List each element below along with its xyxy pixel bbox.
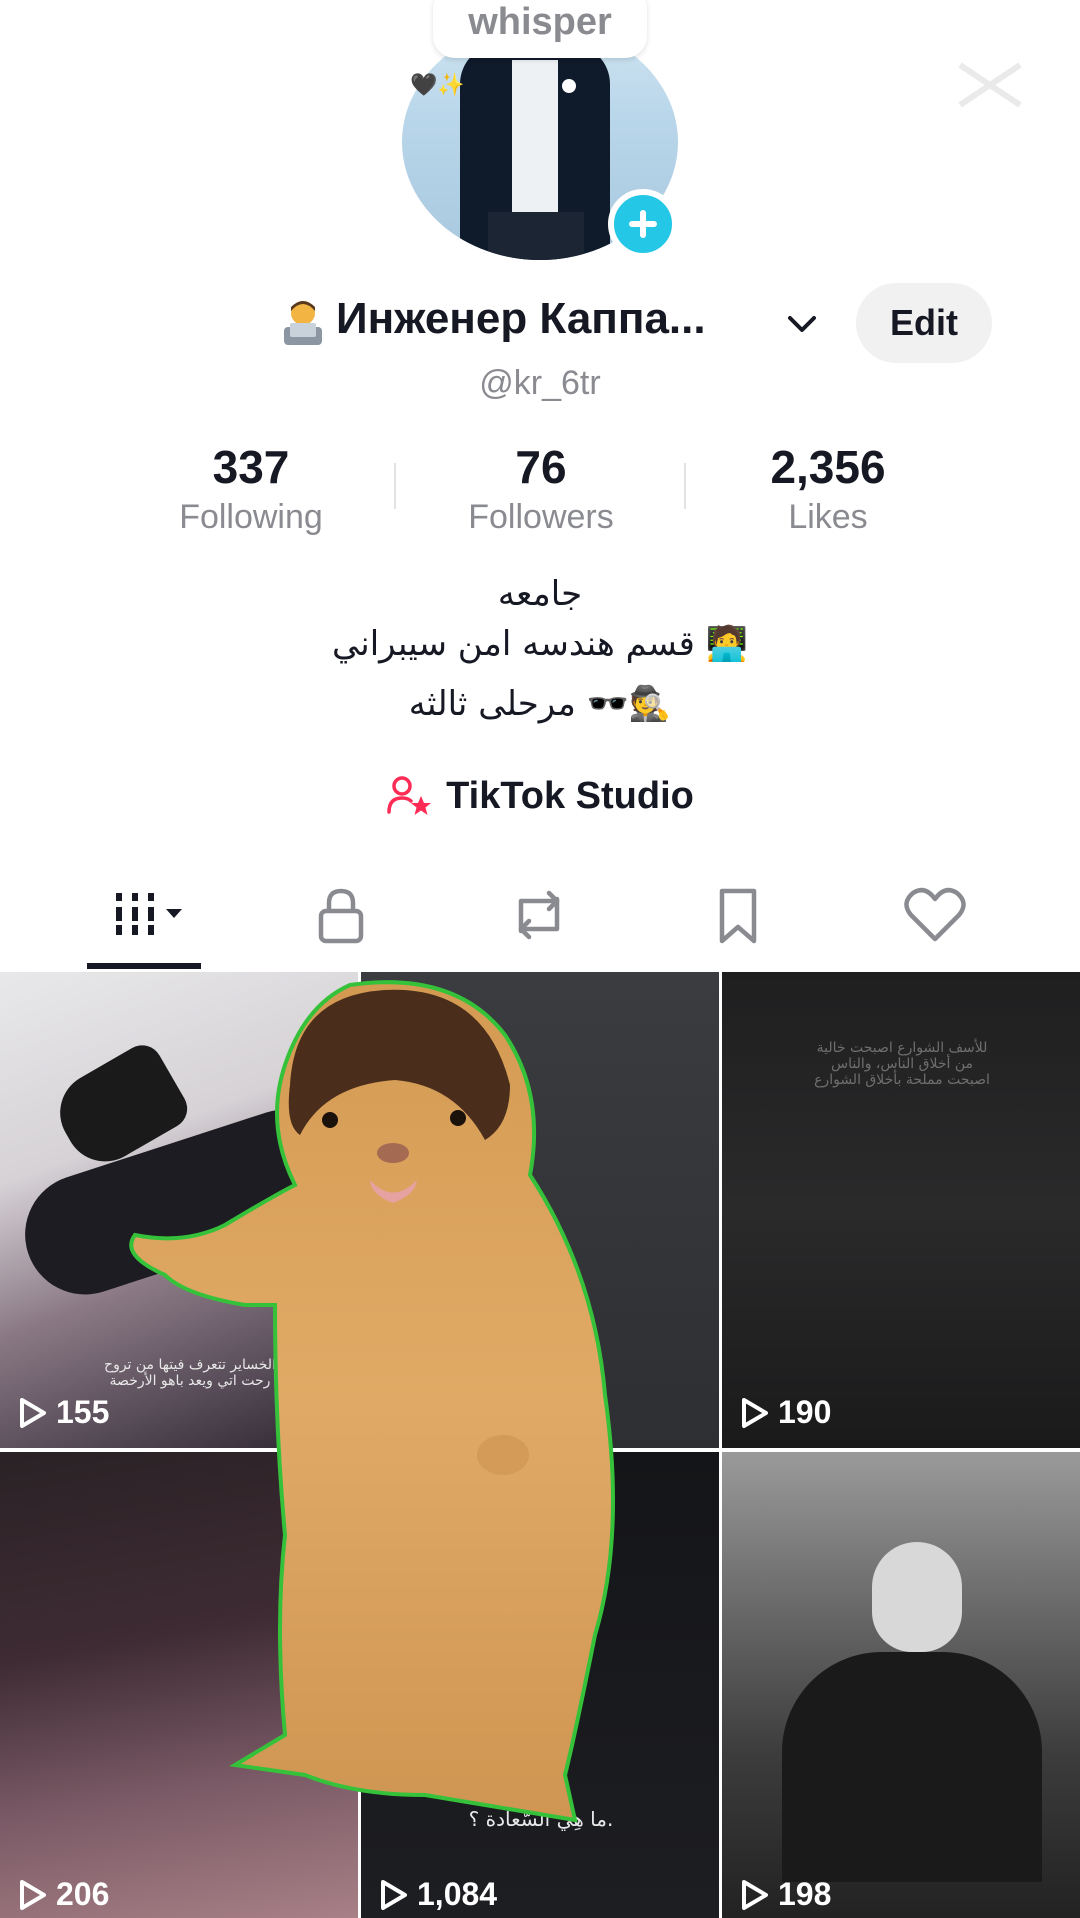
tab-videos[interactable] — [94, 880, 194, 950]
technologist-emoji-icon — [280, 297, 326, 347]
play-icon — [20, 1879, 46, 1910]
stat-following[interactable]: 337 Following — [121, 440, 381, 537]
play-icon — [20, 1397, 46, 1428]
stat-divider — [394, 463, 396, 509]
repost-icon — [518, 890, 560, 940]
view-count-value: 1,084 — [417, 1876, 498, 1912]
stat-value: 2,356 — [770, 441, 886, 493]
stat-value: 337 — [212, 441, 290, 493]
view-count: 206 — [18, 1876, 109, 1913]
edit-profile-button[interactable]: Edit — [856, 283, 992, 363]
tiktok-studio-label: TikTok Studio — [446, 774, 694, 817]
view-count: 1,084 — [379, 1876, 497, 1913]
bio-line-1: جامعه — [497, 574, 583, 614]
whisper-pointer — [562, 79, 576, 93]
view-count-value: 190 — [778, 1394, 832, 1430]
view-count: 198 — [740, 1876, 831, 1913]
view-count: 155 — [18, 1394, 109, 1431]
active-tab-indicator — [87, 963, 201, 969]
chevron-down-icon[interactable] — [782, 306, 822, 342]
avatar-legs — [488, 212, 584, 260]
bookmark-icon — [719, 888, 757, 944]
heart-icon — [904, 887, 966, 942]
view-count-value: 198 — [778, 1876, 832, 1912]
grid-icon — [116, 893, 182, 935]
video-thumbnail[interactable]: 198 — [722, 1452, 1080, 1918]
capcut-watermark-icon — [958, 62, 1022, 108]
add-story-button[interactable] — [608, 189, 678, 259]
bio-line-3: مرحلى ثالثه 🕶️🕵️ — [408, 684, 672, 724]
stat-value: 76 — [515, 441, 567, 493]
plus-icon — [629, 210, 657, 238]
person-body — [782, 1652, 1042, 1882]
lock-icon — [318, 888, 364, 944]
hamster-sticker — [129, 980, 615, 1823]
view-count-value: 155 — [56, 1394, 110, 1430]
whisper-bubble[interactable]: whisper — [433, 0, 647, 58]
tab-private[interactable] — [291, 880, 391, 950]
view-count-value: 206 — [56, 1876, 110, 1912]
tiktok-studio-link[interactable]: TikTok Studio — [0, 768, 1080, 824]
tab-liked[interactable] — [885, 880, 985, 950]
stat-followers[interactable]: 76 Followers — [411, 440, 671, 537]
person-head — [872, 1542, 962, 1652]
tab-favorites[interactable] — [688, 880, 788, 950]
play-icon — [381, 1879, 407, 1910]
stat-likes[interactable]: 2,356 Likes — [698, 440, 958, 537]
play-icon — [742, 1879, 768, 1910]
stat-divider — [684, 463, 686, 509]
username: @kr_6tr — [479, 364, 601, 402]
stat-label: Following — [179, 498, 323, 536]
avatar-shirt — [512, 60, 558, 230]
hearts-decoration: 🖤✨ — [410, 72, 465, 97]
stat-label: Likes — [788, 498, 868, 536]
stat-label: Followers — [468, 498, 614, 536]
tab-reposts[interactable] — [489, 880, 589, 950]
display-name[interactable]: Инженер Каппа... — [336, 294, 706, 344]
bio-line-2: قسم هندسه امن سيبراني 🧑‍💻 — [331, 624, 749, 664]
video-caption: للأسف الشوارع اصبحت خالية من أخلاق الناس… — [814, 1040, 990, 1088]
video-thumbnail[interactable]: للأسف الشوارع اصبحت خالية من أخلاق الناس… — [722, 972, 1080, 1448]
creator-star-icon — [387, 776, 432, 815]
